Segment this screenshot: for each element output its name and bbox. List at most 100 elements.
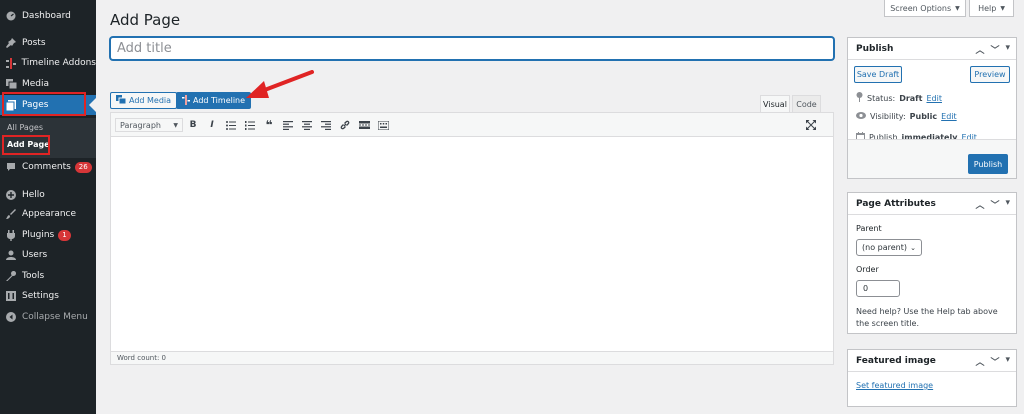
preview-button[interactable]: Preview xyxy=(970,66,1010,83)
visibility-value: Public xyxy=(909,112,938,121)
menu-label: Collapse Menu xyxy=(22,312,88,322)
parent-label: Parent xyxy=(856,224,882,233)
red-arrow-annotation xyxy=(246,70,314,98)
menu-timeline-addons[interactable]: Timeline Addons xyxy=(0,53,96,73)
help-button[interactable]: Help ▼ xyxy=(969,0,1014,17)
format-select[interactable]: Paragraph ▼ xyxy=(115,118,183,132)
menu-label: Timeline Addons xyxy=(21,58,96,68)
menu-media[interactable]: Media xyxy=(0,74,96,94)
dashboard-icon xyxy=(0,11,22,21)
box-controls: ︿ ﹀ ▾ xyxy=(975,355,1010,368)
align-left-icon[interactable] xyxy=(281,118,295,132)
edit-visibility-link[interactable]: Edit xyxy=(941,112,957,121)
fullscreen-icon[interactable] xyxy=(804,118,818,132)
submenu-all-pages[interactable]: All Pages xyxy=(7,123,43,132)
chevron-down-icon[interactable]: ﹀ xyxy=(990,355,999,368)
screen-options-button[interactable]: Screen Options ▼ xyxy=(884,0,966,17)
caret-down-icon: ▼ xyxy=(955,4,960,12)
parent-select-value: (no parent) xyxy=(862,243,907,252)
align-center-icon[interactable] xyxy=(300,118,314,132)
title-input[interactable] xyxy=(110,37,834,60)
caret-down-icon: ▼ xyxy=(1000,4,1005,12)
order-input[interactable]: 0 xyxy=(856,280,900,297)
menu-dashboard[interactable]: Dashboard xyxy=(0,6,96,26)
set-featured-image-link[interactable]: Set featured image xyxy=(856,381,933,390)
menu-posts[interactable]: Posts xyxy=(0,33,96,53)
eye-icon xyxy=(856,112,866,121)
page-attributes-header[interactable]: Page Attributes ︿ ﹀ ▾ xyxy=(848,193,1016,215)
align-right-icon[interactable] xyxy=(319,118,333,132)
chevron-up-icon[interactable]: ︿ xyxy=(975,355,984,368)
visibility-row: Visibility: Public Edit xyxy=(856,112,957,121)
menu-appearance[interactable]: Appearance xyxy=(0,204,96,224)
word-count-bar: Word count: 0 xyxy=(111,351,833,364)
page-title: Add Page xyxy=(110,11,181,29)
publish-box: Publish ︿ ﹀ ▾ Save Draft Preview Status:… xyxy=(847,37,1017,179)
tab-visual-label: Visual xyxy=(763,99,787,109)
featured-image-header[interactable]: Featured image ︿ ﹀ ▾ xyxy=(848,350,1016,372)
help-label: Help xyxy=(978,3,997,13)
toggle-panel-icon[interactable]: ▾ xyxy=(1005,355,1010,368)
publish-button[interactable]: Publish xyxy=(968,154,1008,174)
tab-visual[interactable]: Visual xyxy=(760,95,790,112)
menu-plugins[interactable]: Plugins 1 xyxy=(0,225,96,245)
chevron-down-icon[interactable]: ﹀ xyxy=(990,198,999,211)
add-timeline-button[interactable]: Add Timeline xyxy=(176,92,252,109)
parent-select[interactable]: (no parent) ⌄ xyxy=(856,239,922,256)
menu-label: Dashboard xyxy=(22,11,71,21)
add-media-button[interactable]: Add Media xyxy=(110,92,178,109)
tab-code[interactable]: Code xyxy=(792,95,821,112)
editor-toolbar: Paragraph ▼ B I ❝ xyxy=(111,113,833,137)
plus-circle-icon xyxy=(0,190,22,200)
chevron-up-icon[interactable]: ︿ xyxy=(975,198,984,211)
menu-label: Plugins xyxy=(22,230,55,240)
wrench-icon xyxy=(0,271,22,281)
bullet-list-icon[interactable] xyxy=(224,118,238,132)
publish-box-title: Publish xyxy=(856,43,894,54)
settings-icon xyxy=(0,291,22,301)
format-select-value: Paragraph xyxy=(120,120,161,130)
edit-status-link[interactable]: Edit xyxy=(926,94,942,103)
chevron-down-icon: ⌄ xyxy=(910,243,916,252)
status-label: Status: xyxy=(867,93,896,103)
menu-collapse[interactable]: Collapse Menu xyxy=(0,307,96,327)
bold-icon[interactable]: B xyxy=(186,118,200,132)
caret-down-icon: ▼ xyxy=(173,121,178,129)
menu-label: Settings xyxy=(22,291,59,301)
chevron-down-icon[interactable]: ﹀ xyxy=(990,43,999,56)
status-value: Draft xyxy=(899,93,923,103)
add-media-label: Add Media xyxy=(129,96,172,105)
media-icon xyxy=(0,79,22,89)
timeline-icon xyxy=(0,57,22,69)
admin-sidebar: Dashboard Posts Timeline Addons Media Pa… xyxy=(0,0,96,414)
menu-comments[interactable]: Comments 26 xyxy=(0,157,96,177)
menu-tools[interactable]: Tools xyxy=(0,266,96,286)
highlight-add-page xyxy=(2,135,50,155)
menu-label: Comments xyxy=(22,162,71,172)
link-icon[interactable] xyxy=(338,118,352,132)
highlight-pages xyxy=(2,92,86,116)
menu-hello[interactable]: Hello xyxy=(0,185,96,205)
blockquote-icon[interactable]: ❝ xyxy=(262,118,276,132)
add-timeline-label: Add Timeline xyxy=(193,96,246,105)
numbered-list-icon[interactable] xyxy=(243,118,257,132)
toggle-panel-icon[interactable]: ▾ xyxy=(1005,43,1010,56)
toggle-panel-icon[interactable]: ▾ xyxy=(1005,198,1010,211)
attributes-help-text: Need help? Use the Help tab above the sc… xyxy=(856,307,998,328)
publish-box-header[interactable]: Publish ︿ ﹀ ▾ xyxy=(848,38,1016,60)
save-draft-button[interactable]: Save Draft xyxy=(854,66,902,83)
visibility-label: Visibility: xyxy=(870,112,906,121)
menu-users[interactable]: Users xyxy=(0,245,96,265)
read-more-icon[interactable] xyxy=(357,118,371,132)
content-editor[interactable]: Paragraph ▼ B I ❝ Word count: 0 xyxy=(110,112,834,365)
order-label: Order xyxy=(856,265,879,274)
menu-label: Users xyxy=(22,250,48,260)
chevron-up-icon[interactable]: ︿ xyxy=(975,43,984,56)
tab-code-label: Code xyxy=(796,99,817,109)
menu-label: Posts xyxy=(22,38,46,48)
menu-settings[interactable]: Settings xyxy=(0,286,96,306)
toolbar-toggle-icon[interactable] xyxy=(376,118,390,132)
active-pointer xyxy=(89,98,96,112)
italic-icon[interactable]: I xyxy=(205,118,219,132)
plug-icon xyxy=(0,229,22,241)
